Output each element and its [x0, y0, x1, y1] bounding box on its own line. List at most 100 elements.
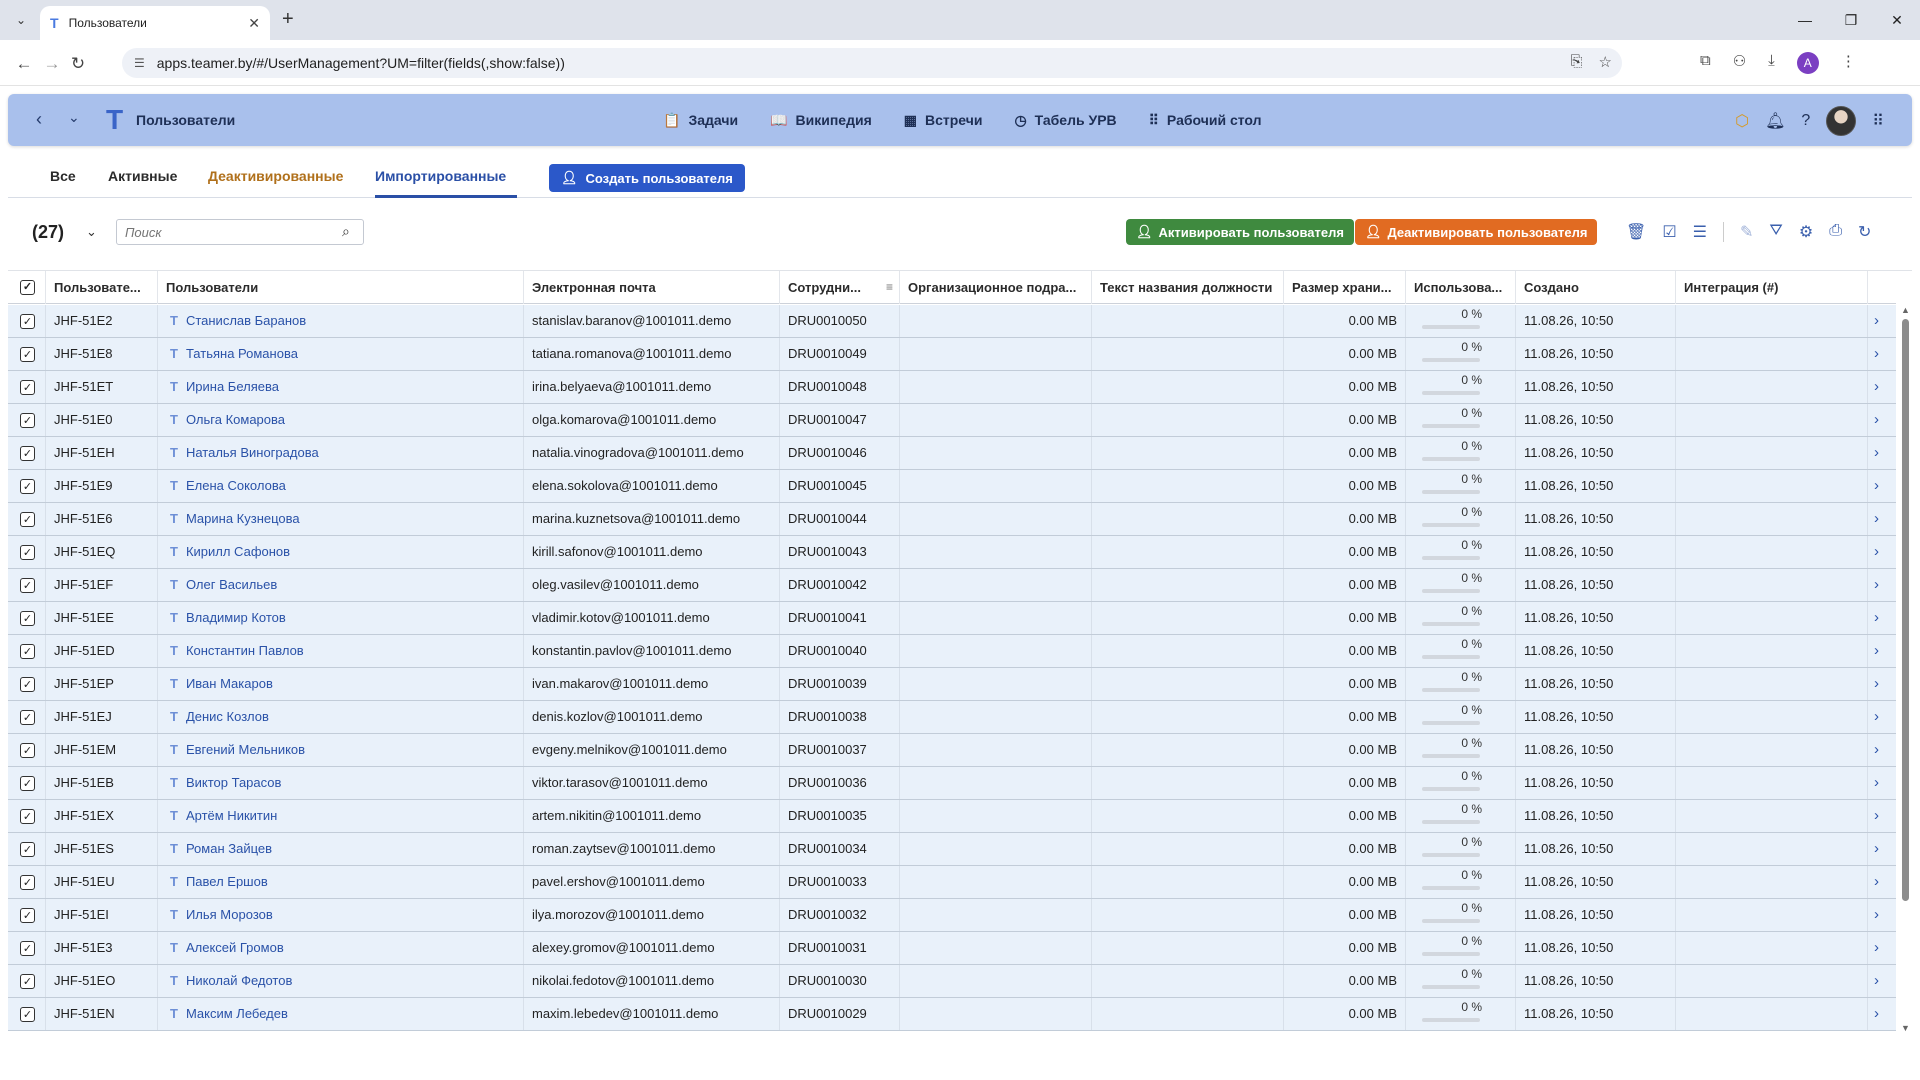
back-icon[interactable]: ←: [12, 52, 36, 76]
row-checkbox[interactable]: ✓: [20, 479, 35, 494]
back-chevron-icon[interactable]: ‹: [36, 109, 42, 130]
user-name-link[interactable]: Николай Федотов: [186, 973, 292, 988]
activate-user-button[interactable]: 👤︎ Активировать пользователя: [1126, 219, 1354, 245]
table-row[interactable]: ✓ JHF-51EF T Олег Васильев oleg.vasilev@1001…: [8, 569, 1896, 602]
trash-icon[interactable]: 🗑︎: [1626, 222, 1646, 242]
count-chevron-down-icon[interactable]: ⌄: [86, 224, 97, 240]
row-checkbox[interactable]: ✓: [20, 776, 35, 791]
row-chevron-right-icon[interactable]: ›: [1874, 503, 1879, 535]
user-name-link[interactable]: Станислав Баранов: [186, 313, 306, 328]
row-chevron-right-icon[interactable]: ›: [1874, 932, 1879, 964]
cell-user-name[interactable]: T Елена Соколова: [158, 470, 524, 502]
user-name-link[interactable]: Владимир Котов: [186, 610, 286, 625]
search-icon[interactable]: ⌕: [342, 223, 350, 240]
browser-menu-icon[interactable]: ⋮: [1841, 52, 1856, 74]
row-chevron-right-icon[interactable]: ›: [1874, 437, 1879, 469]
col-storage[interactable]: Размер храни...: [1284, 271, 1406, 304]
row-chevron-right-icon[interactable]: ›: [1874, 668, 1879, 700]
user-name-link[interactable]: Татьяна Романова: [186, 346, 298, 361]
scrollbar-thumb[interactable]: [1902, 319, 1909, 901]
table-row[interactable]: ✓ JHF-51EX T Артём Никитин artem.nikitin@100…: [8, 800, 1896, 833]
close-tab-icon[interactable]: ✕: [248, 15, 260, 32]
row-chevron-right-icon[interactable]: ›: [1874, 371, 1879, 403]
row-chevron-right-icon[interactable]: ›: [1874, 701, 1879, 733]
cell-user-name[interactable]: T Наталья Виноградова: [158, 437, 524, 469]
table-row[interactable]: ✓ JHF-51EP T Иван Макаров ivan.makarov@10010…: [8, 668, 1896, 701]
table-scrollbar[interactable]: ▲ ▼: [1898, 305, 1912, 1033]
row-chevron-right-icon[interactable]: ›: [1874, 602, 1879, 634]
extensions-icon[interactable]: ⧉: [1700, 52, 1711, 74]
table-row[interactable]: ✓ JHF-51EO T Николай Федотов nikolai.fedotov…: [8, 965, 1896, 998]
row-checkbox[interactable]: ✓: [20, 875, 35, 890]
help-icon[interactable]: ?: [1801, 112, 1810, 130]
nav-desktop[interactable]: ⠿ Рабочий стол: [1149, 112, 1262, 129]
table-row[interactable]: ✓ JHF-51E2 T Станислав Баранов stanislav.bar…: [8, 305, 1896, 338]
incognito-icon[interactable]: ⚇: [1733, 52, 1746, 74]
cell-user-name[interactable]: T Алексей Громов: [158, 932, 524, 964]
row-chevron-right-icon[interactable]: ›: [1874, 833, 1879, 865]
cell-user-name[interactable]: T Денис Козлов: [158, 701, 524, 733]
restore-icon[interactable]: ❐: [1828, 0, 1874, 40]
cell-user-name[interactable]: T Роман Зайцев: [158, 833, 524, 865]
tab-imported[interactable]: Импортированные: [375, 168, 506, 184]
user-name-link[interactable]: Ирина Беляева: [186, 379, 279, 394]
close-window-icon[interactable]: ✕: [1874, 0, 1920, 40]
table-row[interactable]: ✓ JHF-51E9 T Елена Соколова elena.sokolova@1…: [8, 470, 1896, 503]
row-checkbox[interactable]: ✓: [20, 644, 35, 659]
install-app-icon[interactable]: ⎘: [1571, 53, 1583, 71]
forward-icon[interactable]: →: [40, 52, 64, 76]
col-email[interactable]: Электронная почта: [524, 271, 780, 304]
row-checkbox[interactable]: ✓: [20, 1007, 35, 1022]
user-avatar[interactable]: [1826, 106, 1857, 136]
table-row[interactable]: ✓ JHF-51E0 T Ольга Комарова olga.komarova@10…: [8, 404, 1896, 437]
cell-user-name[interactable]: T Владимир Котов: [158, 602, 524, 634]
user-name-link[interactable]: Максим Лебедев: [186, 1006, 288, 1021]
row-checkbox[interactable]: ✓: [20, 578, 35, 593]
user-name-link[interactable]: Константин Павлов: [186, 643, 304, 658]
row-checkbox[interactable]: ✓: [20, 974, 35, 989]
row-checkbox[interactable]: ✓: [20, 710, 35, 725]
col-user-id[interactable]: Пользовате...: [46, 271, 158, 304]
user-name-link[interactable]: Евгений Мельников: [186, 742, 305, 757]
nav-timesheet[interactable]: ◷ Табель УРВ: [1014, 112, 1116, 129]
profile-avatar[interactable]: A: [1796, 52, 1819, 74]
cell-user-name[interactable]: T Артём Никитин: [158, 800, 524, 832]
nav-tasks[interactable]: 📋 Задачи: [663, 112, 738, 129]
user-name-link[interactable]: Виктор Тарасов: [186, 775, 281, 790]
table-row[interactable]: ✓ JHF-51EI T Илья Морозов ilya.morozov@10010…: [8, 899, 1896, 932]
cell-user-name[interactable]: T Ольга Комарова: [158, 404, 524, 436]
row-checkbox[interactable]: ✓: [20, 380, 35, 395]
minimize-icon[interactable]: —: [1782, 0, 1828, 40]
row-checkbox[interactable]: ✓: [20, 809, 35, 824]
row-chevron-right-icon[interactable]: ›: [1874, 635, 1879, 667]
row-checkbox[interactable]: ✓: [20, 677, 35, 692]
cell-user-name[interactable]: T Иван Макаров: [158, 668, 524, 700]
cell-user-name[interactable]: T Илья Морозов: [158, 899, 524, 931]
edit-user-icon[interactable]: ✎: [1740, 222, 1753, 242]
cell-user-name[interactable]: T Станислав Баранов: [158, 305, 524, 337]
row-checkbox[interactable]: ✓: [20, 512, 35, 527]
cell-user-name[interactable]: T Павел Ершов: [158, 866, 524, 898]
settings-gear-icon[interactable]: ⚙: [1799, 222, 1813, 242]
checklist-icon[interactable]: ☑: [1662, 222, 1676, 242]
col-users[interactable]: Пользователи: [158, 271, 524, 304]
cell-user-name[interactable]: T Константин Павлов: [158, 635, 524, 667]
user-name-link[interactable]: Елена Соколова: [186, 478, 286, 493]
bell-icon[interactable]: 🔔︎: [1765, 111, 1785, 131]
table-row[interactable]: ✓ JHF-51E8 T Татьяна Романова tatiana.romano…: [8, 338, 1896, 371]
user-name-link[interactable]: Иван Макаров: [186, 676, 273, 691]
cell-user-name[interactable]: T Николай Федотов: [158, 965, 524, 997]
scroll-down-icon[interactable]: ▼: [1901, 1023, 1910, 1033]
tab-all[interactable]: Все: [50, 168, 76, 184]
table-row[interactable]: ✓ JHF-51EU T Павел Ершов pavel.ershov@100101…: [8, 866, 1896, 899]
user-name-link[interactable]: Роман Зайцев: [186, 841, 272, 856]
table-row[interactable]: ✓ JHF-51EN T Максим Лебедев maxim.lebedev@10…: [8, 998, 1896, 1031]
row-chevron-right-icon[interactable]: ›: [1874, 305, 1879, 337]
row-checkbox[interactable]: ✓: [20, 347, 35, 362]
user-name-link[interactable]: Денис Козлов: [186, 709, 269, 724]
filter-add-icon[interactable]: ⛛: [1769, 222, 1782, 242]
table-row[interactable]: ✓ JHF-51ET T Ирина Беляева irina.belyaeva@10…: [8, 371, 1896, 404]
cell-user-name[interactable]: T Максим Лебедев: [158, 998, 524, 1030]
col-org-unit[interactable]: Организационное подра...: [900, 271, 1092, 304]
user-name-link[interactable]: Марина Кузнецова: [186, 511, 300, 526]
